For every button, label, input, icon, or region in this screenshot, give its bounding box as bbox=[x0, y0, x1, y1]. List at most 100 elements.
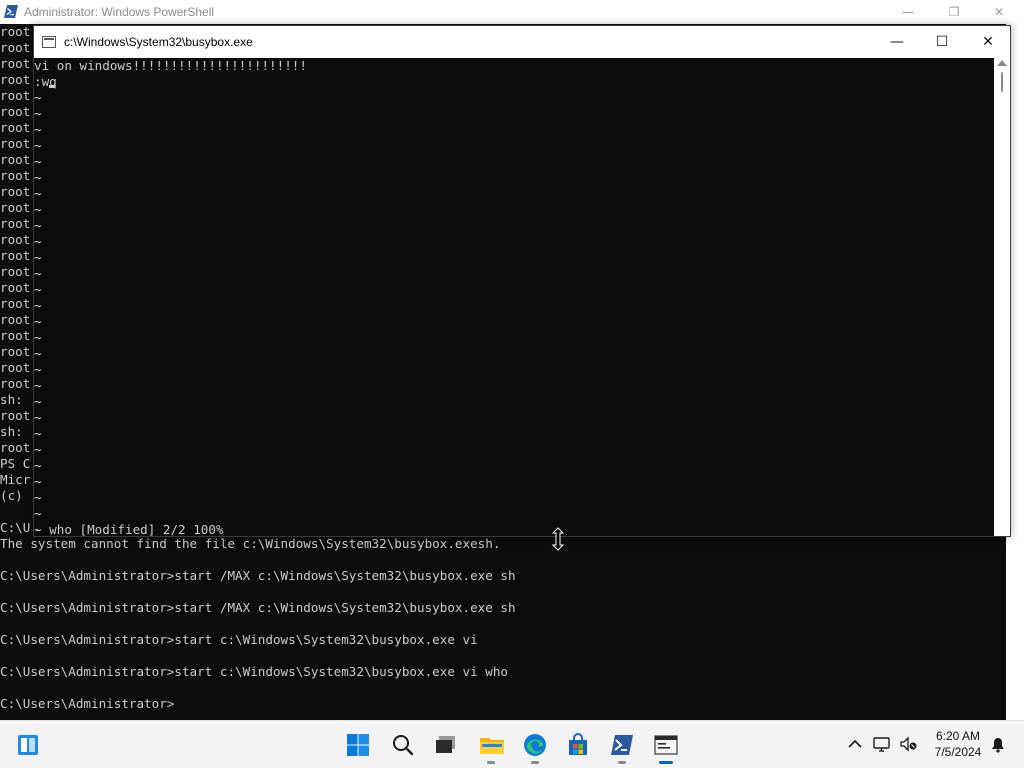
vi-tilde-marker: ~ bbox=[34, 250, 42, 265]
start-button[interactable] bbox=[342, 729, 374, 761]
console-fragment: root bbox=[0, 200, 31, 215]
vi-tilde-marker: ~ bbox=[34, 218, 42, 233]
widgets-button[interactable] bbox=[12, 729, 44, 761]
clock-time: 6:20 AM bbox=[935, 729, 981, 743]
vi-tilde-marker: ~ bbox=[34, 506, 42, 521]
file-explorer-icon bbox=[480, 738, 504, 754]
vi-tilde-marker: ~ bbox=[34, 378, 42, 393]
console-fragment: root bbox=[0, 376, 31, 391]
vi-tilde-marker: ~ bbox=[34, 266, 42, 281]
console-fragment: Micr bbox=[0, 472, 31, 487]
search-icon bbox=[393, 735, 414, 756]
powershell-title-bar[interactable]: Administrator: Windows PowerShell — ❐ ✕ bbox=[0, 0, 1024, 24]
console-fragment: root bbox=[0, 56, 31, 71]
vi-tilde-marker: ~ bbox=[34, 362, 42, 377]
vi-status-line: - who [Modified] 2/2 100% bbox=[34, 522, 224, 536]
vi-tilde-marker: ~ bbox=[34, 346, 42, 361]
search-button[interactable] bbox=[387, 729, 419, 761]
console-fragment: root bbox=[0, 360, 31, 375]
vi-tilde-marker: ~ bbox=[34, 314, 42, 329]
vi-editor-buffer[interactable]: vi on windows!!!!!!!!!!!!!!!!!!!!!!! :wq… bbox=[34, 58, 994, 536]
vi-tilde-marker: ~ bbox=[34, 394, 42, 409]
console-fragment: root bbox=[0, 88, 31, 103]
vi-tilde-marker: ~ bbox=[34, 170, 42, 185]
powershell-icon bbox=[611, 735, 633, 755]
chevron-up-icon[interactable] bbox=[846, 735, 864, 753]
scroll-up-arrow-icon[interactable] bbox=[997, 60, 1007, 66]
console-fragment: root bbox=[0, 248, 31, 263]
active-indicator bbox=[659, 761, 673, 764]
console-fragment: root bbox=[0, 280, 31, 295]
console-fragment: root bbox=[0, 40, 31, 55]
busybox-minimize-button[interactable]: — bbox=[874, 26, 920, 58]
store-button[interactable] bbox=[562, 729, 594, 761]
running-indicator bbox=[618, 761, 626, 764]
vi-tilde-marker: ~ bbox=[34, 138, 42, 153]
console-line: C:\Users\Administrator>start c:\Windows\… bbox=[0, 664, 508, 679]
close-button[interactable]: ✕ bbox=[976, 0, 1022, 24]
console-fragment: root bbox=[0, 216, 31, 231]
vi-tilde-marker: ~ bbox=[34, 298, 42, 313]
busybox-maximize-button[interactable]: ☐ bbox=[919, 26, 965, 58]
vi-tilde-marker: ~ bbox=[34, 442, 42, 457]
console-window-icon bbox=[42, 36, 56, 48]
console-line: C:\Users\Administrator>start c:\Windows\… bbox=[0, 632, 478, 647]
system-clock[interactable]: 6:20 AM 7/5/2024 bbox=[922, 728, 994, 760]
busybox-title-bar[interactable]: c:\Windows\System32\busybox.exe — ☐ ✕ bbox=[34, 26, 1010, 58]
network-icon[interactable] bbox=[872, 734, 892, 754]
volume-muted-icon[interactable] bbox=[898, 734, 918, 754]
busybox-window: c:\Windows\System32\busybox.exe — ☐ ✕ vi… bbox=[33, 25, 1011, 537]
vi-tilde-marker: ~ bbox=[34, 458, 42, 473]
console-line: The system cannot find the file c:\Windo… bbox=[0, 536, 501, 551]
notification-icon[interactable] bbox=[988, 734, 1008, 754]
vi-command-line: :wq bbox=[34, 74, 57, 90]
console-fragment: root bbox=[0, 408, 31, 423]
restore-button[interactable]: ❐ bbox=[931, 0, 977, 24]
running-indicator bbox=[531, 761, 539, 764]
resize-cursor-icon bbox=[551, 527, 565, 551]
console-fragment: root bbox=[0, 328, 31, 343]
file-explorer-button[interactable] bbox=[475, 729, 507, 764]
vi-tilde-marker: ~ bbox=[34, 122, 42, 137]
vi-tilde-marker: ~ bbox=[34, 106, 42, 121]
console-fragment: root bbox=[0, 264, 31, 279]
powershell-taskbar-button[interactable] bbox=[606, 729, 638, 764]
minimize-button[interactable]: — bbox=[885, 0, 931, 24]
console-fragment: root bbox=[0, 168, 31, 183]
console-fragment: root bbox=[0, 440, 31, 455]
console-fragment: sh: bbox=[0, 392, 23, 407]
taskbar: 6:20 AM 7/5/2024 bbox=[0, 720, 1024, 768]
console-line: C:\Users\Administrator> bbox=[0, 696, 175, 711]
console-fragment: root bbox=[0, 104, 31, 119]
console-fragment: root bbox=[0, 344, 31, 359]
console-fragment: C:\U bbox=[0, 520, 31, 535]
console-fragment: root bbox=[0, 232, 31, 247]
edge-button[interactable] bbox=[519, 729, 551, 764]
store-icon bbox=[569, 733, 587, 755]
text-cursor bbox=[48, 85, 55, 88]
scroll-thumb[interactable] bbox=[1001, 72, 1003, 92]
vi-tilde-marker: ~ bbox=[34, 410, 42, 425]
console-line: C:\Users\Administrator>start /MAX c:\Win… bbox=[0, 568, 516, 583]
vi-tilde-marker: ~ bbox=[34, 234, 42, 249]
vi-tilde-marker: ~ bbox=[34, 186, 42, 201]
console-fragment: (c) bbox=[0, 488, 23, 503]
vi-tilde-marker: ~ bbox=[34, 202, 42, 217]
window-title: Administrator: Windows PowerShell bbox=[24, 5, 215, 19]
powershell-icon bbox=[4, 5, 18, 18]
console-fragment: sh: bbox=[0, 424, 23, 439]
console-fragment: PS C bbox=[0, 456, 31, 471]
console-line: C:\Users\Administrator>start /MAX c:\Win… bbox=[0, 600, 516, 615]
task-view-button[interactable] bbox=[430, 729, 462, 761]
console-fragment: root bbox=[0, 136, 31, 151]
busybox-close-button[interactable]: ✕ bbox=[965, 26, 1011, 58]
busybox-scrollbar[interactable] bbox=[994, 58, 1010, 536]
console-icon bbox=[654, 735, 678, 755]
vi-text-line: vi on windows!!!!!!!!!!!!!!!!!!!!!!! bbox=[34, 58, 307, 73]
vi-tilde-marker: ~ bbox=[34, 90, 42, 105]
console-taskbar-button[interactable] bbox=[650, 729, 682, 764]
start-icon bbox=[347, 734, 369, 756]
widgets-icon bbox=[18, 735, 38, 755]
console-fragment: root bbox=[0, 24, 31, 39]
console-fragment: root bbox=[0, 120, 31, 135]
